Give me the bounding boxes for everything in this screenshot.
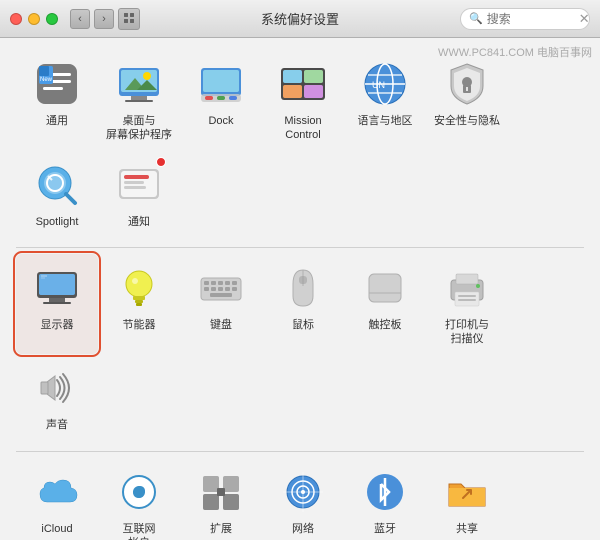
pref-trackpad[interactable]: 触控板 bbox=[344, 254, 426, 355]
pref-display[interactable]: 显示器 bbox=[16, 254, 98, 355]
keyboard-label: 键盘 bbox=[210, 318, 232, 332]
pref-network[interactable]: 网络 bbox=[262, 458, 344, 540]
dock-label: Dock bbox=[208, 114, 233, 128]
language-icon: UN bbox=[359, 58, 411, 110]
network-label: 网络 bbox=[292, 522, 314, 536]
internet-icon: @ bbox=[113, 466, 165, 518]
pref-printer[interactable]: 打印机与扫描仪 bbox=[426, 254, 508, 355]
pref-sound[interactable]: 声音 bbox=[16, 354, 98, 440]
pref-spotlight[interactable]: Spotlight bbox=[16, 151, 98, 237]
preferences-content: New 通用 桌面与屏幕保护程序 bbox=[0, 38, 600, 540]
security-icon bbox=[441, 58, 493, 110]
pref-notification[interactable]: 通知 bbox=[98, 151, 180, 237]
keyboard-icon bbox=[195, 262, 247, 314]
bluetooth-label: 蓝牙 bbox=[374, 522, 396, 536]
svg-text:UN: UN bbox=[372, 80, 385, 90]
pref-icloud[interactable]: iCloud bbox=[16, 458, 98, 540]
svg-text:New: New bbox=[40, 77, 53, 83]
icloud-label: iCloud bbox=[41, 522, 72, 536]
section-hardware: 显示器 节能器 bbox=[16, 254, 584, 452]
general-icon: New bbox=[31, 58, 83, 110]
display-label: 显示器 bbox=[41, 318, 74, 332]
pref-extensions[interactable]: 扩展 bbox=[180, 458, 262, 540]
pref-dock[interactable]: Dock bbox=[180, 50, 262, 151]
section-personal: New 通用 桌面与屏幕保护程序 bbox=[16, 50, 584, 248]
printer-label: 打印机与扫描仪 bbox=[445, 318, 489, 347]
pref-keyboard[interactable]: 键盘 bbox=[180, 254, 262, 355]
minimize-button[interactable] bbox=[28, 13, 40, 25]
pref-mission[interactable]: MissionControl bbox=[262, 50, 344, 151]
pref-mouse[interactable]: 鼠标 bbox=[262, 254, 344, 355]
mouse-label: 鼠标 bbox=[292, 318, 314, 332]
network-icon bbox=[277, 466, 329, 518]
pref-general[interactable]: New 通用 bbox=[16, 50, 98, 151]
extensions-icon bbox=[195, 466, 247, 518]
extensions-label: 扩展 bbox=[210, 522, 232, 536]
bluetooth-icon bbox=[359, 466, 411, 518]
security-label: 安全性与隐私 bbox=[434, 114, 500, 128]
mouse-icon bbox=[277, 262, 329, 314]
icloud-icon bbox=[31, 466, 83, 518]
pref-sharing[interactable]: 共享 bbox=[426, 458, 508, 540]
notification-icon bbox=[113, 159, 165, 211]
sharing-icon bbox=[441, 466, 493, 518]
back-button[interactable]: ‹ bbox=[70, 9, 90, 29]
search-bar[interactable]: 🔍 ✕ bbox=[460, 8, 590, 30]
titlebar: ‹ › 系统偏好设置 🔍 ✕ bbox=[0, 0, 600, 38]
mission-icon bbox=[277, 58, 329, 110]
mission-label: MissionControl bbox=[284, 114, 321, 143]
window-title: 系统偏好设置 bbox=[261, 9, 339, 28]
energy-icon bbox=[113, 262, 165, 314]
svg-text:@: @ bbox=[132, 483, 146, 499]
maximize-button[interactable] bbox=[46, 13, 58, 25]
internet-label: 互联网帐户 bbox=[123, 522, 156, 540]
traffic-lights bbox=[10, 13, 58, 25]
notification-label: 通知 bbox=[128, 215, 150, 229]
printer-icon bbox=[441, 262, 493, 314]
search-input[interactable] bbox=[487, 12, 577, 26]
pref-desktop[interactable]: 桌面与屏幕保护程序 bbox=[98, 50, 180, 151]
close-button[interactable] bbox=[10, 13, 22, 25]
general-label: 通用 bbox=[46, 114, 68, 128]
grid-view-button[interactable] bbox=[118, 8, 140, 30]
desktop-label: 桌面与屏幕保护程序 bbox=[106, 114, 172, 143]
trackpad-label: 触控板 bbox=[369, 318, 402, 332]
desktop-icon bbox=[113, 58, 165, 110]
pref-bluetooth[interactable]: 蓝牙 bbox=[344, 458, 426, 540]
trackpad-icon bbox=[359, 262, 411, 314]
search-icon: 🔍 bbox=[469, 12, 483, 25]
forward-button[interactable]: › bbox=[94, 9, 114, 29]
notification-badge bbox=[156, 157, 166, 167]
pref-language[interactable]: UN 语言与地区 bbox=[344, 50, 426, 151]
sharing-label: 共享 bbox=[456, 522, 478, 536]
pref-internet[interactable]: @ 互联网帐户 bbox=[98, 458, 180, 540]
spotlight-icon bbox=[31, 159, 83, 211]
search-clear-icon[interactable]: ✕ bbox=[579, 11, 590, 27]
sound-icon bbox=[31, 362, 83, 414]
display-icon bbox=[31, 262, 83, 314]
pref-energy[interactable]: 节能器 bbox=[98, 254, 180, 355]
section-internet: iCloud @ 互联网帐户 bbox=[16, 458, 584, 540]
pref-security[interactable]: 安全性与隐私 bbox=[426, 50, 508, 151]
sound-label: 声音 bbox=[46, 418, 68, 432]
spotlight-label: Spotlight bbox=[36, 215, 79, 229]
energy-label: 节能器 bbox=[123, 318, 156, 332]
dock-icon bbox=[195, 58, 247, 110]
nav-buttons: ‹ › bbox=[70, 9, 114, 29]
language-label: 语言与地区 bbox=[358, 114, 413, 128]
